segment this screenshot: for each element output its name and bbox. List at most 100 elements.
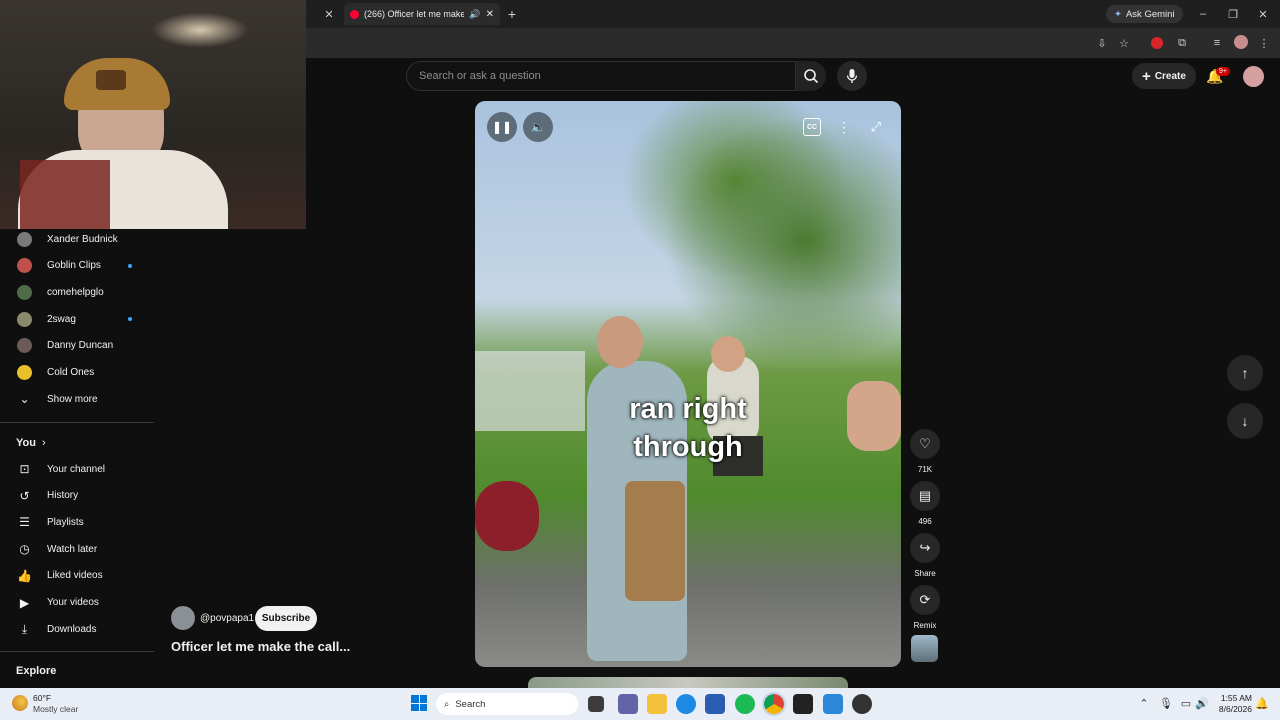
comments-action[interactable]: ▤ 496 <box>909 481 941 526</box>
share-label: Share <box>914 569 936 578</box>
speaker-icon[interactable]: 🔊 <box>469 9 480 20</box>
new-tab-button[interactable]: + <box>504 6 520 22</box>
subscription-label: comehelpglo <box>47 286 104 298</box>
heart-icon[interactable]: ♡ <box>910 429 940 459</box>
media-controls-icon[interactable]: ≡ <box>1209 35 1225 51</box>
fullscreen-icon[interactable]: ⤢ <box>867 118 885 136</box>
subscription-item[interactable]: Cold Ones <box>0 360 154 386</box>
you-section-header[interactable]: You › <box>16 437 46 449</box>
subscription-label: Xander Budnick <box>47 233 118 245</box>
clock-time[interactable]: 1:55 AM <box>1216 693 1252 703</box>
close-tab-icon[interactable]: ✕ <box>322 7 336 21</box>
show-hidden-icons[interactable]: ⌃ <box>1138 697 1150 710</box>
channel-avatar[interactable] <box>171 606 195 630</box>
spotify-icon[interactable] <box>735 694 755 714</box>
app-icon[interactable] <box>793 694 813 714</box>
next-short-button[interactable]: ↓ <box>1227 403 1263 439</box>
sidebar-item-label: Liked videos <box>47 570 103 582</box>
chevron-right-icon: › <box>41 437 46 449</box>
sidebar-item-label: Your channel <box>47 463 106 475</box>
more-options-icon[interactable]: ⋮ <box>837 118 851 136</box>
ask-gemini-button[interactable]: ✦ Ask Gemini <box>1106 5 1183 23</box>
volume-tray-icon[interactable]: 🔊 <box>1195 697 1209 710</box>
subscribe-button[interactable]: Subscribe <box>255 606 317 631</box>
subscription-label: Cold Ones <box>47 367 95 378</box>
tab-close-icon[interactable]: ✕ <box>486 9 494 20</box>
bookmark-star-icon[interactable]: ☆ <box>1116 35 1132 51</box>
sidebar-item-liked-videos[interactable]: 👍 Liked videos <box>0 563 154 589</box>
browser-tab[interactable]: (266) Officer let me make th 🔊 ✕ <box>344 3 500 25</box>
comment-count: 496 <box>918 517 932 526</box>
sidebar-item-label: Playlists <box>47 516 84 528</box>
sidebar-item-your-channel[interactable]: ⊡ Your channel <box>0 456 154 482</box>
subscription-item[interactable]: 2swag <box>0 306 154 332</box>
like-action[interactable]: ♡ 71K <box>909 429 941 474</box>
remix-icon[interactable]: ⟳ <box>910 585 940 615</box>
taskbar-search-label: Search <box>455 698 486 710</box>
share-action[interactable]: ↪ Share <box>909 533 941 578</box>
weather-moon-icon[interactable] <box>12 695 28 711</box>
store-icon[interactable] <box>705 694 725 714</box>
show-more-button[interactable]: ⌄ Show more <box>0 386 154 412</box>
subscription-item[interactable]: Danny Duncan <box>0 333 154 359</box>
network-icon[interactable]: ▭ <box>1180 697 1192 710</box>
closed-captions-icon[interactable]: CC <box>803 118 821 136</box>
volume-icon: 🔈 <box>530 120 546 134</box>
sound-thumbnail[interactable] <box>911 635 938 662</box>
chrome-icon[interactable] <box>762 692 786 716</box>
remix-label: Remix <box>913 621 937 630</box>
share-arrow-icon[interactable]: ↪ <box>910 533 940 563</box>
subscription-label: Goblin Clips <box>47 260 101 272</box>
shorts-video-player[interactable]: ❚❚ 🔈 CC ⋮ ⤢ ran right through <box>475 101 901 667</box>
plus-icon: + <box>1142 67 1151 85</box>
subscription-item[interactable]: comehelpglo <box>0 279 154 305</box>
webcam-overlay <box>0 0 306 229</box>
search-input[interactable]: Search or ask a question <box>406 61 796 91</box>
arrow-down-icon: ↓ <box>1241 413 1249 429</box>
taskbar-search-box[interactable]: ⌕ Search <box>436 693 578 715</box>
teams-icon[interactable] <box>618 694 638 714</box>
account-avatar[interactable] <box>1243 66 1264 87</box>
video-title[interactable]: Officer let me make the call... <box>171 639 350 654</box>
install-app-icon[interactable]: ⇩ <box>1094 35 1110 51</box>
extensions-puzzle-icon[interactable]: ⧉ <box>1174 35 1190 51</box>
pause-button[interactable]: ❚❚ <box>487 112 517 142</box>
clock-date[interactable]: 8/6/2026 <box>1212 704 1252 714</box>
sidebar-item-your-videos[interactable]: ▶ Your videos <box>0 590 154 616</box>
remix-action[interactable]: ⟳ Remix <box>909 585 941 630</box>
explore-section-header: Explore <box>16 665 57 677</box>
clock-icon: ◷ <box>19 542 30 557</box>
edge-icon[interactable] <box>676 694 696 714</box>
sidebar-item-label: Downloads <box>47 623 97 635</box>
notification-center-icon[interactable]: 🔔 <box>1255 697 1269 710</box>
extension-icon[interactable] <box>1151 37 1163 49</box>
task-view-icon[interactable] <box>588 696 604 712</box>
profile-avatar[interactable] <box>1234 35 1248 49</box>
restore-icon[interactable]: ❐ <box>1226 7 1240 21</box>
comment-icon[interactable]: ▤ <box>910 481 940 511</box>
sidebar-item-history[interactable]: ↺ History <box>0 483 154 509</box>
voice-search-button[interactable] <box>837 61 867 91</box>
photos-icon[interactable] <box>823 694 843 714</box>
channel-handle[interactable]: @povpapa1 <box>200 613 254 624</box>
weather-temp[interactable]: 60°F <box>33 693 51 703</box>
close-window-icon[interactable]: ✕ <box>1256 7 1270 21</box>
thumbs-up-icon: 👍 <box>17 568 32 583</box>
minimize-icon[interactable]: – <box>1196 7 1210 21</box>
volume-button[interactable]: 🔈 <box>523 112 553 142</box>
browser-menu-icon[interactable]: ⋮ <box>1258 35 1270 51</box>
address-bar-row <box>306 28 1280 58</box>
weather-desc: Mostly clear <box>33 704 79 714</box>
file-explorer-icon[interactable] <box>647 694 667 714</box>
create-button[interactable]: + Create <box>1132 63 1196 89</box>
sidebar-item-watch-later[interactable]: ◷ Watch later <box>0 536 154 562</box>
sidebar-item-playlists[interactable]: ☰ Playlists <box>0 509 154 535</box>
subscription-item[interactable]: Goblin Clips <box>0 253 154 279</box>
microphone-tray-icon[interactable]: 🎙 <box>1159 697 1173 710</box>
search-button[interactable] <box>796 61 826 91</box>
windows-start-icon[interactable] <box>411 695 427 711</box>
sidebar-item-downloads[interactable]: ⤓ Downloads <box>0 616 154 642</box>
previous-short-button[interactable]: ↑ <box>1227 355 1263 391</box>
obs-icon[interactable] <box>852 694 872 714</box>
subscription-item[interactable]: Xander Budnick <box>0 226 154 252</box>
